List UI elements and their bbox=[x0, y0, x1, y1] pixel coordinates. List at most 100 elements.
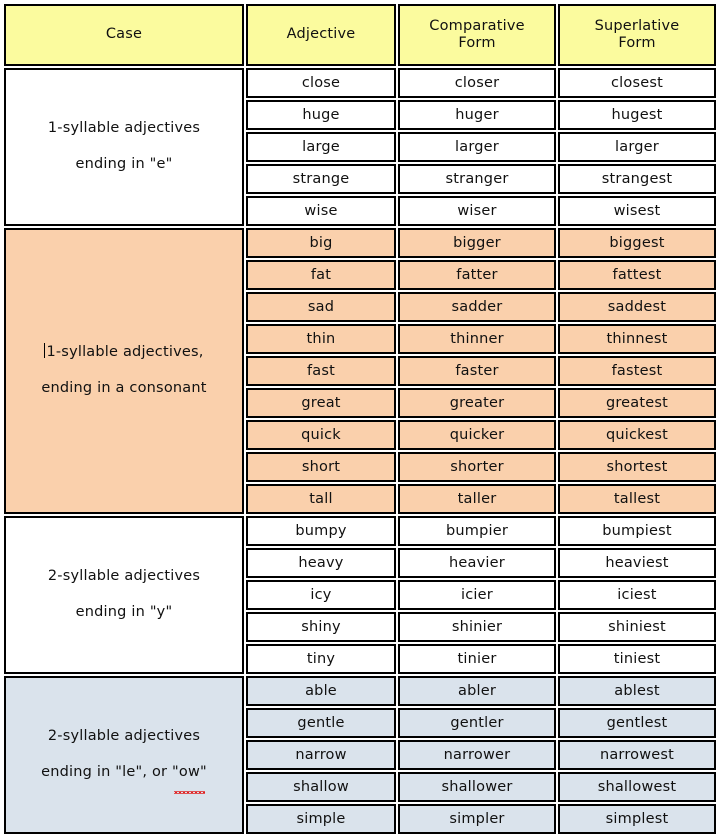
case-label-line1: 2-syllable adjectives bbox=[47, 568, 201, 585]
case-cell-section-3: 2-syllable adjectives ending in "y" bbox=[4, 516, 244, 674]
superlative-cell: closest bbox=[558, 68, 716, 98]
comparative-cell: abler bbox=[398, 676, 556, 706]
header-comparative-line1: Comparative bbox=[429, 17, 525, 34]
adjective-cell: huge bbox=[246, 100, 396, 130]
superlative-cell: greatest bbox=[558, 388, 716, 418]
case-label-line2: ending in a consonant bbox=[41, 380, 207, 396]
adjective-cell: heavy bbox=[246, 548, 396, 578]
comparative-cell: larger bbox=[398, 132, 556, 162]
comparative-cell: shallower bbox=[398, 772, 556, 802]
adjective-cell: shallow bbox=[246, 772, 396, 802]
comparative-cell: sadder bbox=[398, 292, 556, 322]
comparative-cell: narrower bbox=[398, 740, 556, 770]
comparative-cell: shorter bbox=[398, 452, 556, 482]
header-superlative-form: Superlative Form bbox=[558, 4, 716, 66]
adjective-cell: bumpy bbox=[246, 516, 396, 546]
comparative-cell: faster bbox=[398, 356, 556, 386]
case-label-line1-text: 1-syllable adjectives, bbox=[46, 344, 204, 361]
adjective-forms-table-container: Case Adjective Comparative Form Superlat… bbox=[0, 2, 716, 834]
case-cell-section-1: 1-syllable adjectives ending in "e" bbox=[4, 68, 244, 226]
superlative-cell: bumpiest bbox=[558, 516, 716, 546]
superlative-cell: narrowest bbox=[558, 740, 716, 770]
superlative-cell: simplest bbox=[558, 804, 716, 834]
case-label-line2: ending in "le", or "ow" bbox=[6, 755, 242, 793]
comparative-cell: tinier bbox=[398, 644, 556, 674]
adjective-cell: shiny bbox=[246, 612, 396, 642]
comparative-cell: icier bbox=[398, 580, 556, 610]
table-row: 2-syllable adjectives ending in "le", or … bbox=[4, 676, 716, 834]
case-cell-section-2: 1-syllable adjectives, ending in a conson… bbox=[4, 228, 244, 514]
adjective-cell: icy bbox=[246, 580, 396, 610]
superlative-cell: fastest bbox=[558, 356, 716, 386]
adjective-cell: tiny bbox=[246, 644, 396, 674]
comparative-cell: heavier bbox=[398, 548, 556, 578]
case-label-line1: 2-syllable adjectives bbox=[47, 728, 201, 745]
superlative-cell: shiniest bbox=[558, 612, 716, 642]
case-label-line2-text: ending in "le", or bbox=[41, 764, 173, 780]
adjective-cell: narrow bbox=[246, 740, 396, 770]
header-superlative-line2: Form bbox=[618, 35, 656, 51]
case-label-line2: ending in "y" bbox=[75, 604, 173, 620]
comparative-cell: fatter bbox=[398, 260, 556, 290]
superlative-cell: fattest bbox=[558, 260, 716, 290]
adjective-cell: large bbox=[246, 132, 396, 162]
superlative-cell: shortest bbox=[558, 452, 716, 482]
adjective-cell: wise bbox=[246, 196, 396, 226]
case-label-line1: 1-syllable adjectives bbox=[47, 120, 201, 137]
adjective-cell: tall bbox=[246, 484, 396, 514]
superlative-cell: gentlest bbox=[558, 708, 716, 738]
comparative-cell: huger bbox=[398, 100, 556, 130]
comparative-cell: greater bbox=[398, 388, 556, 418]
adjective-cell: fast bbox=[246, 356, 396, 386]
adjective-cell: fat bbox=[246, 260, 396, 290]
table-row: 2-syllable adjectives ending in "y" bumpy b… bbox=[4, 516, 716, 674]
table-row: 1-syllable adjectives, ending in a conson… bbox=[4, 228, 716, 514]
adjective-forms-table: Case Adjective Comparative Form Superlat… bbox=[2, 2, 716, 836]
case-cell-section-4: 2-syllable adjectives ending in "le", or … bbox=[4, 676, 244, 834]
case-label-line2: ending in "e" bbox=[75, 156, 173, 172]
comparative-cell: gentler bbox=[398, 708, 556, 738]
comparative-cell: thinner bbox=[398, 324, 556, 354]
superlative-cell: larger bbox=[558, 132, 716, 162]
comparative-cell: closer bbox=[398, 68, 556, 98]
superlative-cell: saddest bbox=[558, 292, 716, 322]
superlative-cell: tallest bbox=[558, 484, 716, 514]
table-row: 1-syllable adjectives ending in "e" close c… bbox=[4, 68, 716, 226]
adjective-cell: sad bbox=[246, 292, 396, 322]
comparative-cell: bigger bbox=[398, 228, 556, 258]
spellcheck-misspelled-word: "ow" bbox=[172, 755, 207, 793]
superlative-cell: quickest bbox=[558, 420, 716, 450]
header-comparative-line2: Form bbox=[458, 35, 496, 51]
comparative-cell: shinier bbox=[398, 612, 556, 642]
table-header: Case Adjective Comparative Form Superlat… bbox=[4, 4, 716, 66]
header-adjective: Adjective bbox=[246, 4, 396, 66]
adjective-cell: close bbox=[246, 68, 396, 98]
adjective-cell: great bbox=[246, 388, 396, 418]
comparative-cell: bumpier bbox=[398, 516, 556, 546]
superlative-cell: heaviest bbox=[558, 548, 716, 578]
table-body: 1-syllable adjectives ending in "e" close c… bbox=[4, 68, 716, 834]
header-row: Case Adjective Comparative Form Superlat… bbox=[4, 4, 716, 66]
superlative-cell: hugest bbox=[558, 100, 716, 130]
superlative-cell: tiniest bbox=[558, 644, 716, 674]
adjective-cell: thin bbox=[246, 324, 396, 354]
superlative-cell: wisest bbox=[558, 196, 716, 226]
superlative-cell: strangest bbox=[558, 164, 716, 194]
adjective-cell: able bbox=[246, 676, 396, 706]
comparative-cell: simpler bbox=[398, 804, 556, 834]
comparative-cell: wiser bbox=[398, 196, 556, 226]
adjective-cell: gentle bbox=[246, 708, 396, 738]
comparative-cell: stranger bbox=[398, 164, 556, 194]
comparative-cell: taller bbox=[398, 484, 556, 514]
adjective-cell: short bbox=[246, 452, 396, 482]
superlative-cell: iciest bbox=[558, 580, 716, 610]
superlative-cell: biggest bbox=[558, 228, 716, 258]
comparative-cell: quicker bbox=[398, 420, 556, 450]
adjective-cell: strange bbox=[246, 164, 396, 194]
header-case: Case bbox=[4, 4, 244, 66]
header-superlative-line1: Superlative bbox=[594, 17, 680, 34]
header-comparative-form: Comparative Form bbox=[398, 4, 556, 66]
adjective-cell: big bbox=[246, 228, 396, 258]
superlative-cell: shallowest bbox=[558, 772, 716, 802]
case-label-line1: 1-syllable adjectives, bbox=[6, 335, 242, 371]
